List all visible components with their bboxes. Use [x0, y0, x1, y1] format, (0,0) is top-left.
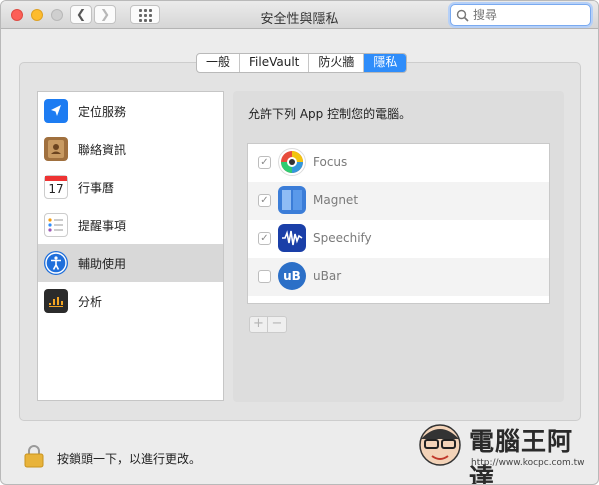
add-remove-buttons: + −: [249, 316, 287, 333]
sidebar-item-reminders[interactable]: 提醒事項: [38, 206, 223, 244]
list-item[interactable]: uB uBar: [248, 258, 549, 296]
app-name: Magnet: [313, 193, 359, 207]
app-permission-prompt: 允許下列 App 控制您的電腦。: [248, 107, 412, 121]
speechify-checkbox[interactable]: ✓: [258, 232, 271, 245]
search-field[interactable]: [450, 4, 591, 26]
mascot-logo: [419, 424, 461, 466]
tab-general[interactable]: 一般: [197, 54, 241, 72]
ubar-app-icon: uB: [278, 262, 306, 290]
search-icon: [456, 9, 469, 22]
sidebar-item-contacts[interactable]: 聯絡資訊: [38, 130, 223, 168]
tab-privacy[interactable]: 隱私: [364, 54, 407, 72]
location-icon: [44, 99, 68, 123]
sidebar-item-label: 分析: [78, 295, 103, 309]
sidebar-item-analytics[interactable]: 分析: [38, 282, 223, 320]
watermark: 電腦王阿達 http://www.kocpc.com.tw: [411, 420, 591, 484]
contacts-icon: [44, 137, 68, 161]
sidebar-item-accessibility[interactable]: 輔助使用: [38, 244, 223, 282]
sidebar-item-label: 聯絡資訊: [78, 143, 127, 157]
lock-button[interactable]: [24, 444, 44, 468]
list-item[interactable]: ✓ Focus: [248, 144, 549, 182]
tab-firewall[interactable]: 防火牆: [309, 54, 365, 72]
tab-filevault[interactable]: FileVault: [240, 54, 310, 72]
focus-checkbox[interactable]: ✓: [258, 156, 271, 169]
tab-bar: 一般 FileVault 防火牆 隱私: [196, 53, 408, 73]
magnet-checkbox[interactable]: ✓: [258, 194, 271, 207]
speechify-app-icon: [278, 224, 306, 252]
sidebar-item-label: 定位服務: [78, 105, 127, 119]
sidebar-item-label: 輔助使用: [78, 257, 127, 271]
lock-hint-text: 按鎖頭一下，以進行更改。: [57, 452, 202, 466]
sidebar-item-label: 行事曆: [78, 181, 115, 195]
app-name: uBar: [313, 269, 342, 283]
sidebar-item-calendar[interactable]: 17 行事曆: [38, 168, 223, 206]
watermark-url: http://www.kocpc.com.tw: [471, 458, 585, 468]
analytics-icon: [44, 289, 68, 313]
search-input[interactable]: [473, 7, 585, 23]
accessibility-icon: [44, 251, 68, 275]
magnet-app-icon: [278, 186, 306, 214]
list-item[interactable]: ✓ Magnet: [248, 182, 549, 220]
app-name: Focus: [313, 155, 348, 169]
add-app-button[interactable]: +: [250, 317, 268, 332]
privacy-sidebar: 定位服務 聯絡資訊 17 行事曆 提醒事項 輔助使用 分析: [37, 91, 224, 401]
watermark-title: 電腦王阿達: [469, 427, 574, 485]
remove-app-button[interactable]: −: [268, 317, 286, 332]
calendar-icon: 17: [44, 175, 68, 199]
focus-app-icon: [278, 148, 306, 176]
sidebar-item-location-services[interactable]: 定位服務: [38, 92, 223, 130]
lock-icon: [24, 445, 44, 468]
sidebar-item-label: 提醒事項: [78, 219, 127, 233]
title-bar: ❮ ❯ 安全性與隱私: [1, 1, 598, 29]
ubar-checkbox[interactable]: [258, 270, 271, 283]
app-list: ✓ Focus ✓ Magnet ✓ Speechify uB uBar: [247, 143, 550, 304]
reminders-icon: [44, 213, 68, 237]
system-preferences-window: ❮ ❯ 安全性與隱私 一般 FileVault 防火牆 隱私 定位服務: [0, 0, 599, 485]
calendar-day: 17: [48, 182, 64, 196]
app-name: Speechify: [313, 231, 372, 245]
list-item[interactable]: ✓ Speechify: [248, 220, 549, 258]
